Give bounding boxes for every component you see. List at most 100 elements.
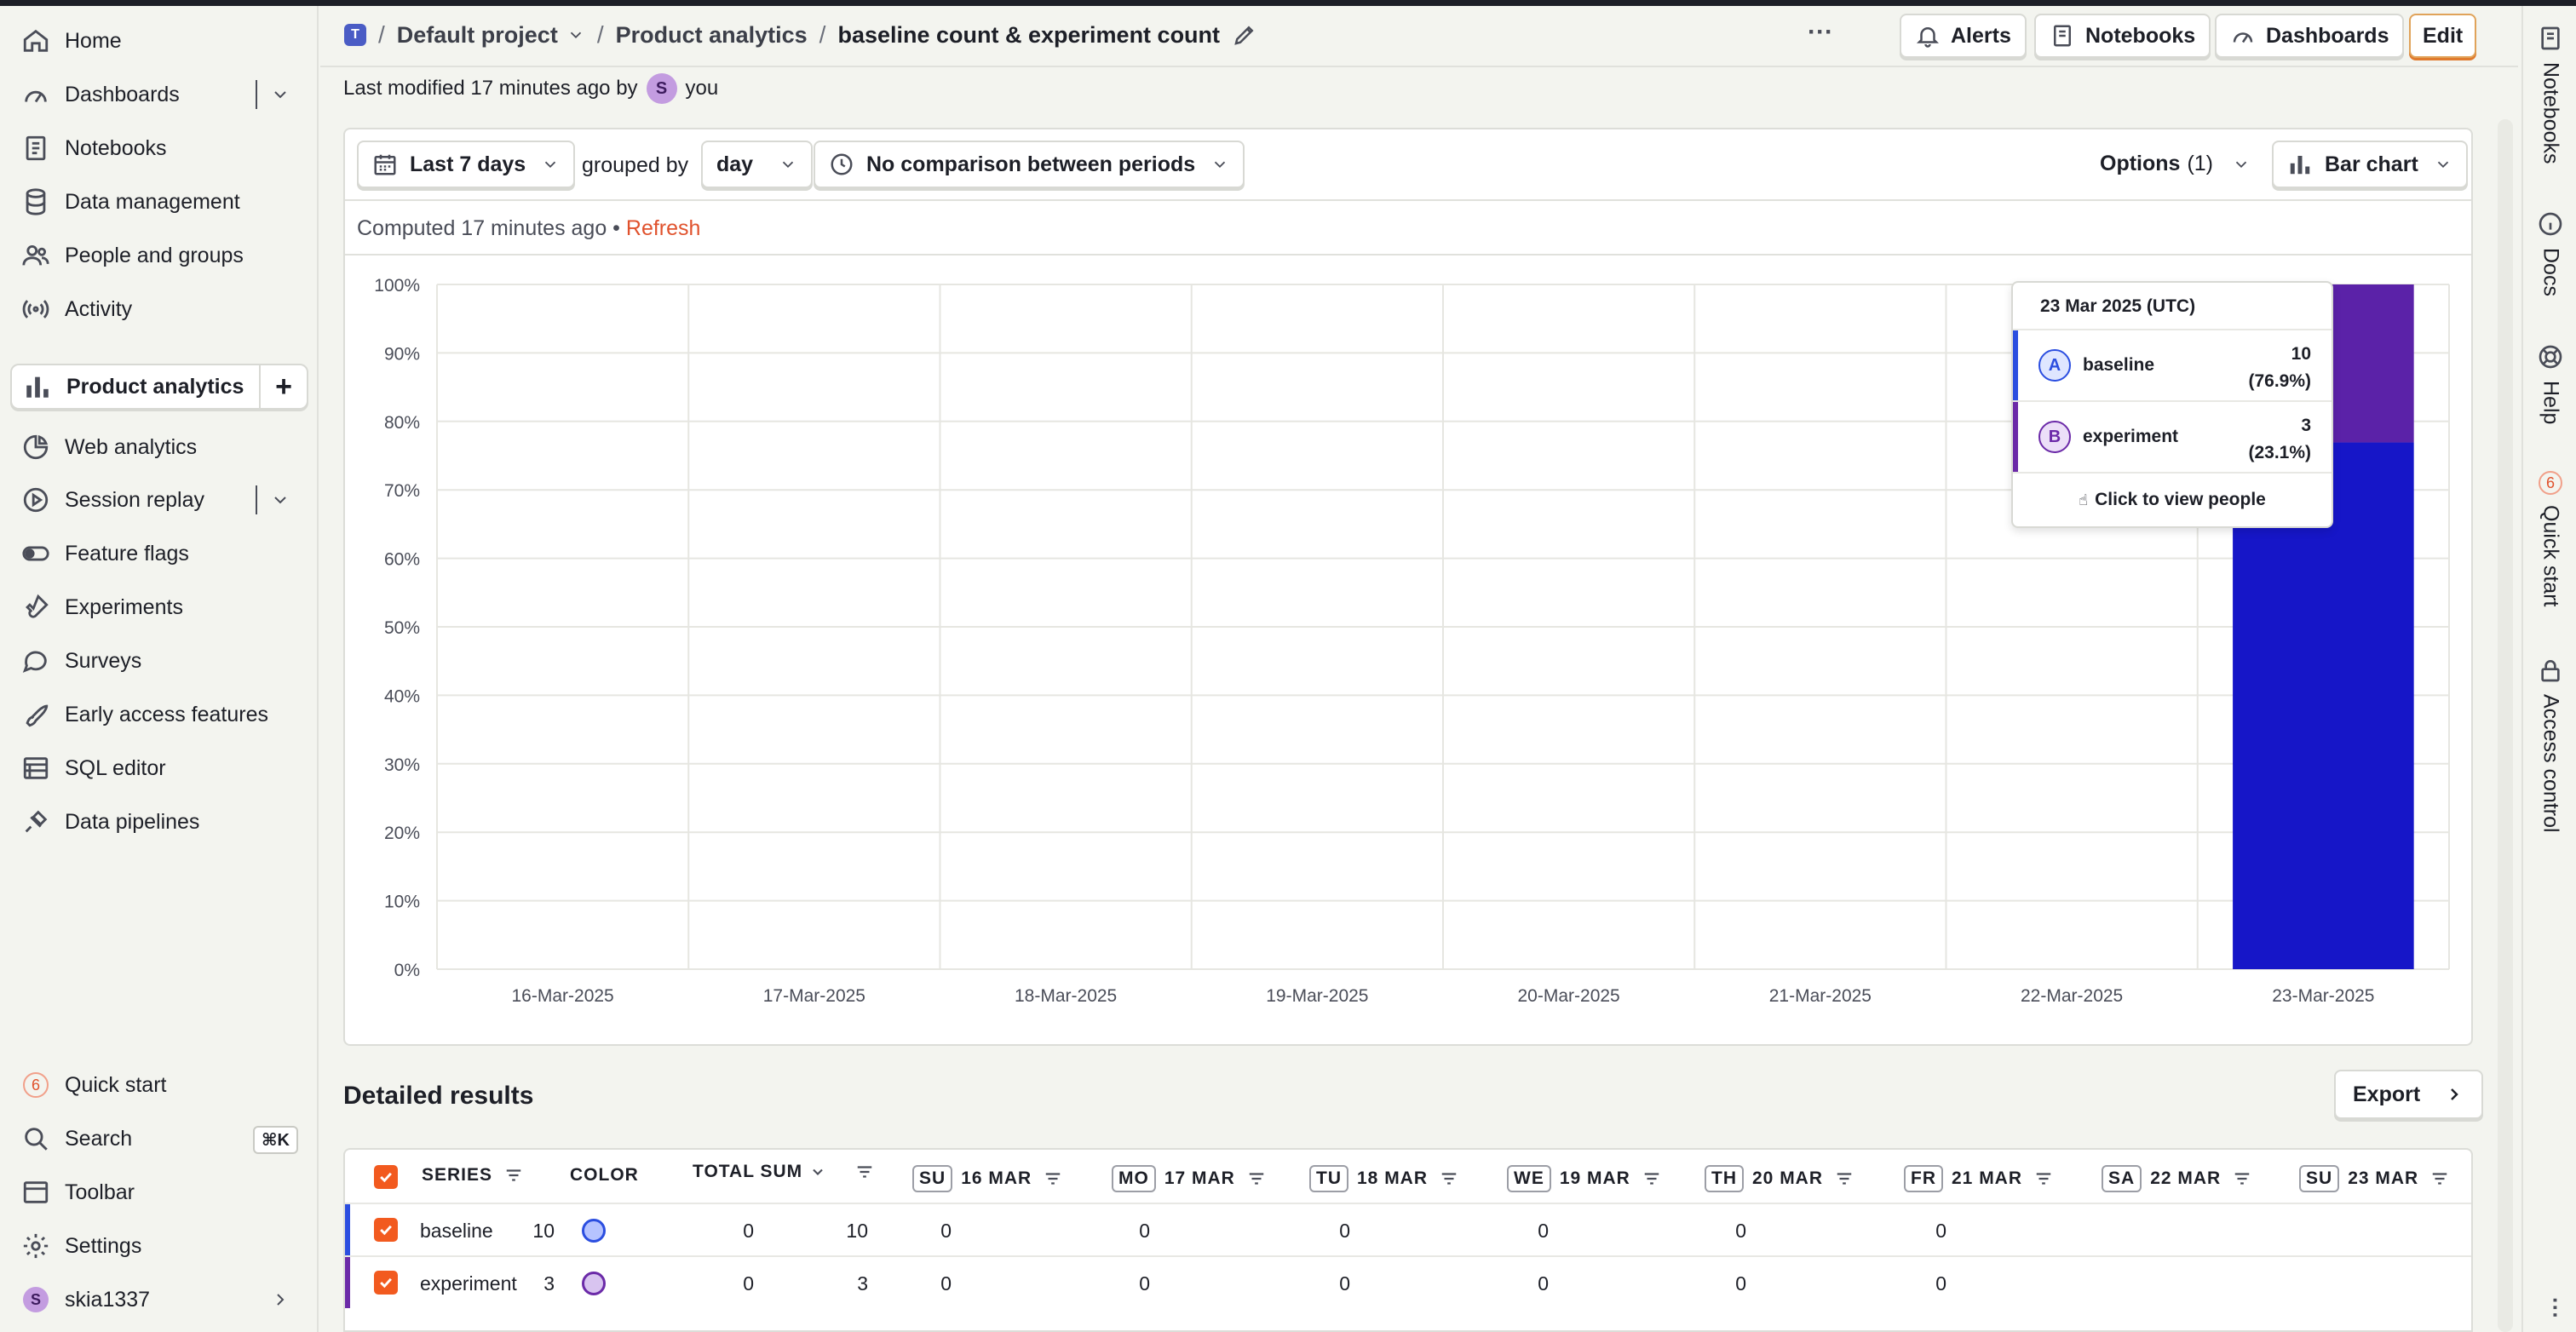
rail-more-icon[interactable]: ···: [2542, 1297, 2568, 1319]
column-header-day[interactable]: MO 17 MAR: [1112, 1165, 1268, 1192]
x-tick-label: 17-Mar-2025: [763, 986, 865, 1006]
sidebar-item-label: Quick start: [65, 1072, 167, 1097]
chevron-down-icon: [2437, 161, 2448, 169]
scrollbar[interactable]: [2498, 119, 2513, 1332]
chevron-down-icon[interactable]: [266, 80, 295, 109]
more-menu-button[interactable]: ···: [1808, 18, 1833, 47]
series-checkbox[interactable]: [374, 1218, 398, 1242]
add-insight-button[interactable]: +: [259, 365, 307, 408]
sidebar-item-data-management[interactable]: Data management: [10, 179, 308, 225]
rail-quick-start[interactable]: 6 Quick start: [2523, 471, 2576, 606]
refresh-link[interactable]: Refresh: [626, 216, 701, 240]
series-color-bar: [2013, 402, 2018, 472]
series-letter-badge: B: [2038, 421, 2071, 453]
series-color-swatch[interactable]: [582, 1272, 606, 1295]
sidebar-item-surveys[interactable]: Surveys: [10, 638, 308, 684]
sidebar-item-label: Activity: [65, 296, 133, 321]
column-header-day[interactable]: FR 21 MAR: [1904, 1165, 2055, 1192]
edit-button[interactable]: Edit: [2409, 14, 2477, 58]
sidebar-item-account[interactable]: S skia1337: [10, 1277, 308, 1323]
column-header-day[interactable]: SA 22 MAR: [2102, 1165, 2253, 1192]
series-color-bar: [345, 1204, 350, 1255]
rail-access-control[interactable]: Access control: [2523, 657, 2576, 833]
quick-start-count-badge: 6: [19, 1068, 53, 1102]
sidebar-item-settings[interactable]: Settings: [10, 1223, 308, 1269]
sidebar-item-activity[interactable]: Activity: [10, 286, 308, 332]
day-value-cell: 0: [1538, 1272, 1549, 1295]
day-value-cell: 0: [743, 1220, 754, 1242]
tooltip-series-name: experiment: [2083, 427, 2179, 446]
day-value-cell: 0: [1935, 1220, 1946, 1242]
sidebar-item-notebooks[interactable]: Notebooks: [10, 125, 308, 171]
column-header-day[interactable]: SU 23 MAR: [2299, 1165, 2451, 1192]
chevron-down-icon[interactable]: [266, 485, 295, 514]
people-icon: [19, 238, 53, 273]
sidebar-item-quick-start[interactable]: 6 Quick start: [10, 1062, 308, 1108]
sidebar-item-product-analytics[interactable]: Product analytics +: [10, 364, 308, 410]
project-name: Default project: [396, 21, 558, 48]
lifebuoy-icon: [2539, 345, 2562, 369]
sidebar-item-experiments[interactable]: Experiments: [10, 584, 308, 630]
sidebar-item-feature-flags[interactable]: Feature flags: [10, 531, 308, 577]
project-badge: T: [344, 24, 366, 46]
notebook-icon: [2054, 25, 2071, 47]
sidebar-item-home[interactable]: Home: [10, 18, 308, 64]
project-switcher[interactable]: Default project: [397, 22, 585, 49]
dashboards-button[interactable]: Dashboards: [2215, 14, 2405, 58]
sidebar-item-web-analytics[interactable]: Web analytics: [10, 424, 308, 470]
sidebar-item-sql-editor[interactable]: SQL editor: [10, 745, 308, 791]
column-header-day[interactable]: SU 16 MAR: [912, 1165, 1064, 1192]
chat-icon: [19, 644, 53, 678]
rail-docs[interactable]: Docs: [2523, 210, 2576, 296]
column-header-total[interactable]: TOTAL SUM: [693, 1162, 876, 1182]
date-range-picker[interactable]: Last 7 days: [357, 141, 576, 188]
dashboard-icon: [19, 78, 53, 112]
column-header-series[interactable]: SERIES: [422, 1165, 525, 1186]
alerts-button[interactable]: Alerts: [1900, 14, 2027, 58]
sidebar-item-data-pipelines[interactable]: Data pipelines: [10, 799, 308, 845]
edit-label: Edit: [2423, 23, 2464, 48]
breadcrumb-product-analytics[interactable]: Product analytics: [616, 22, 808, 49]
sidebar-item-dashboards[interactable]: Dashboards: [10, 72, 308, 118]
column-header-day[interactable]: WE 19 MAR: [1507, 1165, 1663, 1192]
day-value-cell: 0: [1935, 1272, 1946, 1295]
rail-notebooks[interactable]: Notebooks: [2523, 25, 2576, 164]
comparison-select[interactable]: No comparison between periods: [814, 141, 1245, 188]
x-tick-label: 19-Mar-2025: [1266, 986, 1368, 1006]
notebooks-button[interactable]: Notebooks: [2034, 14, 2211, 58]
computed-status: Computed 17 minutes ago • Refresh: [345, 201, 2471, 255]
pencil-icon[interactable]: [1232, 22, 1257, 48]
sidebar-item-session-replay[interactable]: Session replay: [10, 477, 308, 523]
sidebar-item-label: Search: [65, 1126, 133, 1151]
header-date: 20 MAR: [1752, 1168, 1824, 1188]
column-header-day[interactable]: TH 20 MAR: [1705, 1165, 1855, 1192]
column-header-day[interactable]: TU 18 MAR: [1309, 1165, 1460, 1192]
sidebar-item-people[interactable]: People and groups: [10, 233, 308, 278]
sidebar-item-toolbar[interactable]: Toolbar: [10, 1169, 308, 1215]
select-all-checkbox[interactable]: [374, 1165, 398, 1189]
toolbar-icon: [19, 1175, 53, 1209]
rail-quick-start-label: Quick start: [2539, 505, 2563, 607]
sort-icon: [506, 1169, 521, 1181]
tooltip-count: 3: [2301, 416, 2311, 435]
detailed-results-heading: Detailed results: [343, 1082, 534, 1110]
rail-help[interactable]: Help: [2523, 343, 2576, 424]
series-color-swatch[interactable]: [582, 1219, 606, 1243]
sidebar-item-label: Data pipelines: [65, 809, 200, 834]
bell-icon: [1916, 27, 1940, 48]
series-checkbox[interactable]: [374, 1271, 398, 1295]
interval-select[interactable]: day: [701, 141, 814, 188]
chart-type-select[interactable]: Bar chart: [2272, 141, 2468, 188]
sidebar-item-early-access[interactable]: Early access features: [10, 692, 308, 738]
rail-docs-label: Docs: [2539, 248, 2563, 296]
options-button[interactable]: Options (1): [2100, 152, 2251, 176]
series-name: baseline: [420, 1220, 493, 1242]
view-people-link[interactable]: ☝ Click to view people: [2013, 474, 2332, 526]
breadcrumb-separator: /: [596, 21, 604, 48]
last-modified: Last modified 17 minutes ago by S you: [343, 73, 718, 104]
export-button[interactable]: Export: [2334, 1070, 2484, 1119]
sort-icon: [2234, 1173, 2250, 1185]
top-bar: T / Default project / Product analytics …: [320, 6, 2518, 67]
sidebar-item-search[interactable]: Search ⌘K: [10, 1116, 308, 1162]
header-date: 16 MAR: [961, 1168, 1032, 1188]
